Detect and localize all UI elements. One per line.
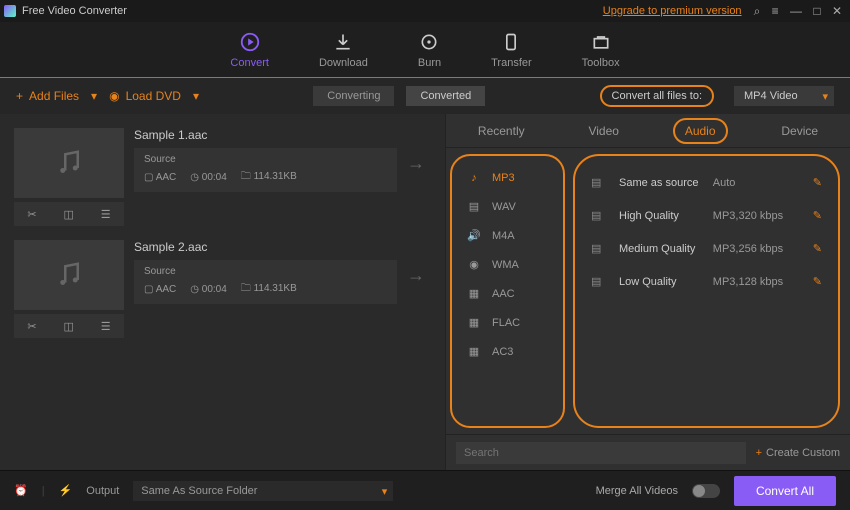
- panel-tab-device[interactable]: Device: [771, 120, 828, 142]
- convert-all-label: Convert all files to:: [600, 85, 714, 107]
- arrow-icon: →: [407, 265, 425, 286]
- convert-all-button[interactable]: Convert All: [734, 476, 836, 506]
- app-logo: [4, 5, 16, 17]
- tab-converted[interactable]: Converted: [406, 86, 485, 106]
- file-thumbnail: [14, 128, 124, 198]
- file-tools: ✂ ◫ ☰: [14, 314, 124, 338]
- quality-low[interactable]: ▤Low QualityMP3,128 kbps✎: [575, 265, 838, 298]
- edit-icon[interactable]: ✎: [813, 242, 822, 255]
- audio-icon: ▦: [466, 316, 482, 329]
- nav-convert[interactable]: Convert: [230, 31, 269, 69]
- format-mp3[interactable]: ♪MP3: [452, 164, 563, 192]
- app-title: Free Video Converter: [22, 5, 603, 17]
- merge-label: Merge All Videos: [596, 485, 678, 497]
- file-thumbnail: [14, 240, 124, 310]
- add-files-button[interactable]: +Add Files▾: [16, 89, 97, 103]
- duration: ◷ 00:04: [190, 172, 227, 183]
- quality-same-as-source[interactable]: ▤Same as sourceAuto✎: [575, 166, 838, 199]
- file-item[interactable]: Sample 1.aac Source ▢ AAC ◷ 00:04 🗀 114.…: [0, 122, 445, 204]
- low-icon: ▤: [591, 275, 609, 288]
- arrow-icon: →: [407, 153, 425, 174]
- panel-tab-video[interactable]: Video: [578, 120, 628, 142]
- edit-icon[interactable]: ✎: [813, 176, 822, 189]
- chevron-down-icon: ▾: [91, 89, 97, 103]
- bottom-bar: ⏰ | ⚡ Output Same As Source Folder Merge…: [0, 470, 850, 510]
- edit-icon[interactable]: ✎: [813, 209, 822, 222]
- file-name: Sample 1.aac: [134, 128, 397, 142]
- toolbar: +Add Files▾ ◉Load DVD▾ Converting Conver…: [0, 78, 850, 114]
- tab-converting[interactable]: Converting: [313, 86, 394, 106]
- file-item[interactable]: Sample 2.aac Source ▢ AAC ◷ 00:04 🗀 114.…: [0, 234, 445, 316]
- format-wav[interactable]: ▤WAV: [452, 192, 563, 221]
- codec-badge: ▢ AAC: [144, 172, 176, 183]
- load-dvd-button[interactable]: ◉Load DVD▾: [109, 89, 199, 103]
- settings-icon[interactable]: ☰: [101, 320, 111, 333]
- file-size: 🗀 114.31KB: [241, 281, 297, 298]
- panel-tab-recently[interactable]: Recently: [468, 120, 535, 142]
- alarm-icon[interactable]: ⏰: [14, 484, 28, 497]
- source-label: Source: [144, 154, 387, 165]
- maximize-icon[interactable]: □: [813, 4, 820, 18]
- create-custom-button[interactable]: +Create Custom: [756, 447, 840, 459]
- power-icon[interactable]: ⚡: [59, 484, 73, 497]
- audio-icon: 🔊: [466, 229, 482, 242]
- high-icon: ▤: [591, 209, 609, 222]
- upgrade-link[interactable]: Upgrade to premium version: [603, 5, 742, 17]
- toolbox-icon: [590, 31, 612, 53]
- medium-icon: ▤: [591, 242, 609, 255]
- search-icon[interactable]: ⌕: [754, 4, 761, 18]
- nav-download[interactable]: Download: [319, 31, 368, 69]
- transfer-icon: [500, 31, 522, 53]
- source-icon: ▤: [591, 176, 609, 189]
- merge-toggle[interactable]: [692, 484, 720, 498]
- minimize-icon[interactable]: —: [790, 4, 802, 18]
- audio-icon: ▦: [466, 345, 482, 358]
- chevron-down-icon: ▾: [193, 89, 199, 103]
- quality-medium[interactable]: ▤Medium QualityMP3,256 kbps✎: [575, 232, 838, 265]
- format-flac[interactable]: ▦FLAC: [452, 308, 563, 337]
- format-aac[interactable]: ▦AAC: [452, 279, 563, 308]
- format-wma[interactable]: ◉WMA: [452, 250, 563, 279]
- trim-icon[interactable]: ✂: [27, 320, 36, 333]
- settings-icon[interactable]: ☰: [101, 208, 111, 221]
- codec-badge: ▢ AAC: [144, 284, 176, 295]
- source-label: Source: [144, 266, 387, 277]
- crop-icon[interactable]: ◫: [63, 208, 73, 221]
- format-search-input[interactable]: [456, 442, 746, 464]
- audio-icon: ♪: [466, 172, 482, 184]
- trim-icon[interactable]: ✂: [27, 208, 36, 221]
- file-tools: ✂ ◫ ☰: [14, 202, 124, 226]
- audio-icon: ◉: [466, 258, 482, 271]
- quality-high[interactable]: ▤High QualityMP3,320 kbps✎: [575, 199, 838, 232]
- file-name: Sample 2.aac: [134, 240, 397, 254]
- duration: ◷ 00:04: [190, 284, 227, 295]
- panel-tab-audio[interactable]: Audio: [673, 118, 728, 144]
- nav-burn[interactable]: Burn: [418, 31, 441, 69]
- quality-list: ▤Same as sourceAuto✎ ▤High QualityMP3,32…: [573, 154, 840, 428]
- plus-icon: +: [756, 447, 762, 459]
- file-list: Sample 1.aac Source ▢ AAC ◷ 00:04 🗀 114.…: [0, 114, 445, 470]
- burn-icon: [418, 31, 440, 53]
- file-size: 🗀 114.31KB: [241, 169, 297, 186]
- output-format-select[interactable]: MP4 Video: [734, 86, 834, 106]
- audio-icon: ▤: [466, 200, 482, 213]
- disc-icon: ◉: [109, 89, 119, 103]
- plus-icon: +: [16, 89, 23, 103]
- close-icon[interactable]: ✕: [832, 4, 842, 18]
- nav-toolbox[interactable]: Toolbox: [582, 31, 620, 69]
- edit-icon[interactable]: ✎: [813, 275, 822, 288]
- nav-transfer[interactable]: Transfer: [491, 31, 532, 69]
- download-icon: [332, 31, 354, 53]
- menu-icon[interactable]: ≡: [772, 4, 779, 18]
- convert-icon: [239, 31, 261, 53]
- format-m4a[interactable]: 🔊M4A: [452, 221, 563, 250]
- output-folder-select[interactable]: Same As Source Folder: [133, 481, 393, 501]
- top-nav: Convert Download Burn Transfer Toolbox: [0, 22, 850, 78]
- format-ac3[interactable]: ▦AC3: [452, 337, 563, 366]
- format-list: ♪MP3 ▤WAV 🔊M4A ◉WMA ▦AAC ▦FLAC ▦AC3: [450, 154, 565, 428]
- output-label: Output: [86, 485, 119, 497]
- crop-icon[interactable]: ◫: [63, 320, 73, 333]
- format-panel: Recently Video Audio Device ♪MP3 ▤WAV 🔊M…: [445, 114, 850, 470]
- audio-icon: ▦: [466, 287, 482, 300]
